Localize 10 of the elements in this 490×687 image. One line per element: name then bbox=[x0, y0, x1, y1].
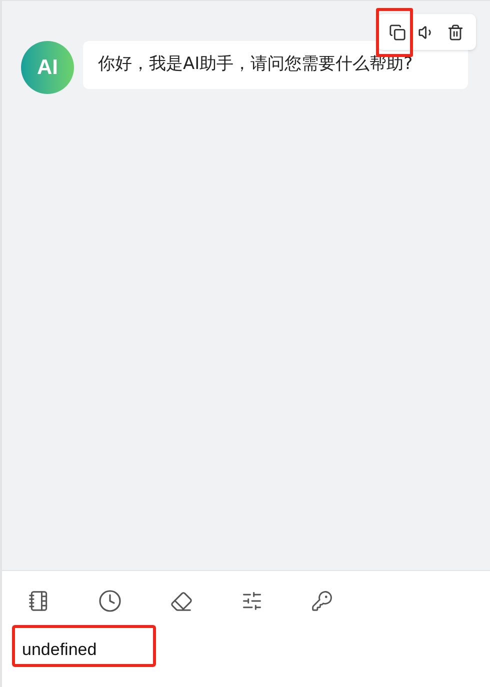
trash-icon[interactable] bbox=[447, 24, 464, 40]
highlight-box bbox=[376, 8, 413, 57]
key-icon[interactable] bbox=[311, 590, 333, 612]
eraser-icon[interactable] bbox=[170, 590, 193, 612]
avatar: AI bbox=[21, 41, 74, 94]
notebook-icon[interactable] bbox=[28, 590, 50, 612]
sliders-icon[interactable] bbox=[241, 590, 263, 612]
input-text: undefined bbox=[22, 639, 97, 661]
clock-icon[interactable] bbox=[98, 589, 122, 613]
copy-icon[interactable] bbox=[389, 24, 406, 40]
